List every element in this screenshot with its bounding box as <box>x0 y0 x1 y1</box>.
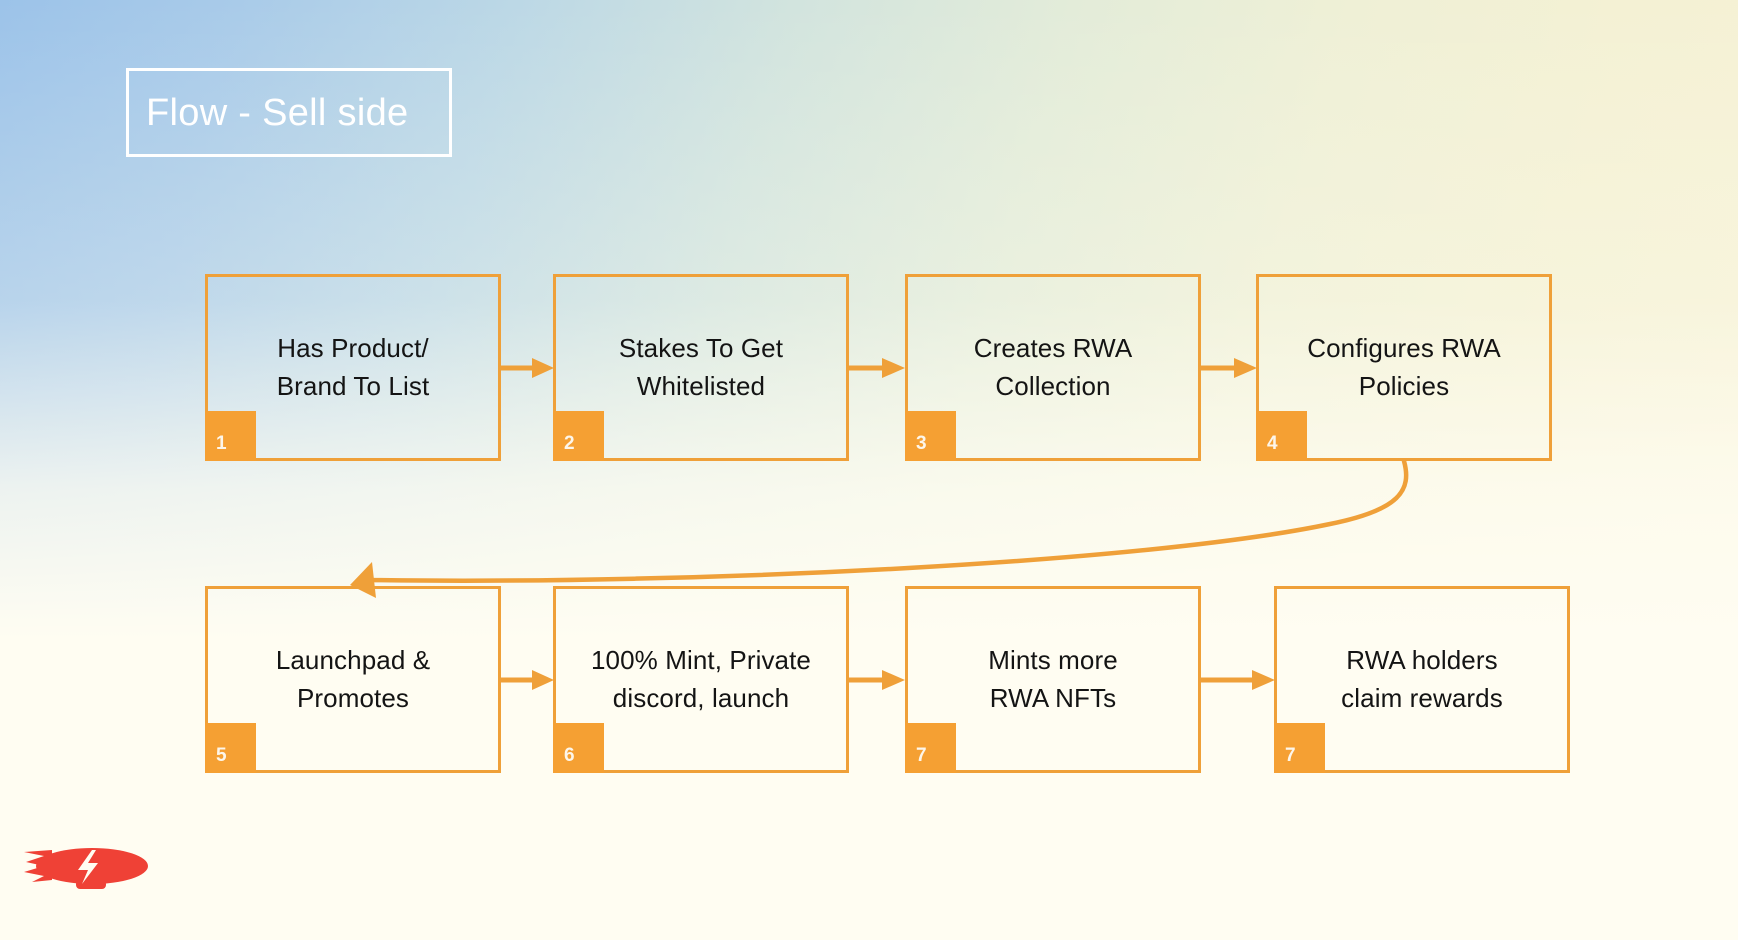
flow-node-5-label: Launchpad & Promotes <box>275 644 431 713</box>
flow-node-7[interactable]: Mints more RWA NFTs 7 <box>905 586 1201 773</box>
arrow-4-to-5-icon <box>367 458 1409 583</box>
flow-node-7-label: Mints more RWA NFTs <box>988 644 1118 713</box>
slide-canvas: Flow - Sell side Has Product/ Brand To L… <box>0 0 1738 940</box>
slide-title-box: Flow - Sell side <box>126 68 452 157</box>
arrow-6-to-7-icon <box>849 670 905 690</box>
flow-node-3-badge: 3 <box>905 411 956 461</box>
blimp-logo <box>24 848 148 889</box>
flow-node-8-badge: 7 <box>1274 723 1325 773</box>
flow-node-5[interactable]: Launchpad & Promotes 5 <box>205 586 501 773</box>
arrow-7-to-8-icon <box>1201 670 1275 690</box>
arrow-1-to-2-icon <box>501 358 554 378</box>
flow-node-4-label: Configures RWA Policies <box>1307 332 1501 401</box>
arrow-2-to-3-icon <box>849 358 905 378</box>
flow-node-1-label: Has Product/ Brand To List <box>276 332 430 401</box>
flow-node-8-label: RWA holders claim rewards <box>1341 644 1503 713</box>
flow-node-5-badge: 5 <box>205 723 256 773</box>
flow-node-8[interactable]: RWA holders claim rewards 7 <box>1274 586 1570 773</box>
page-title: Flow - Sell side <box>146 91 409 134</box>
flow-node-3-label: Creates RWA Collection <box>973 332 1133 401</box>
flow-node-6[interactable]: 100% Mint, Private discord, launch 6 <box>553 586 849 773</box>
flow-node-2-badge: 2 <box>553 411 604 461</box>
flow-node-1[interactable]: Has Product/ Brand To List 1 <box>205 274 501 461</box>
flow-node-1-badge: 1 <box>205 411 256 461</box>
flow-node-4[interactable]: Configures RWA Policies 4 <box>1256 274 1552 461</box>
arrow-5-to-6-icon <box>501 670 554 690</box>
flow-node-6-badge: 6 <box>553 723 604 773</box>
flow-node-6-label: 100% Mint, Private discord, launch <box>590 644 811 713</box>
flow-node-3[interactable]: Creates RWA Collection 3 <box>905 274 1201 461</box>
flow-node-7-badge: 7 <box>905 723 956 773</box>
flow-node-2-label: Stakes To Get Whitelisted <box>618 332 784 401</box>
arrow-3-to-4-icon <box>1201 358 1257 378</box>
flow-node-4-badge: 4 <box>1256 411 1307 461</box>
flow-node-2[interactable]: Stakes To Get Whitelisted 2 <box>553 274 849 461</box>
